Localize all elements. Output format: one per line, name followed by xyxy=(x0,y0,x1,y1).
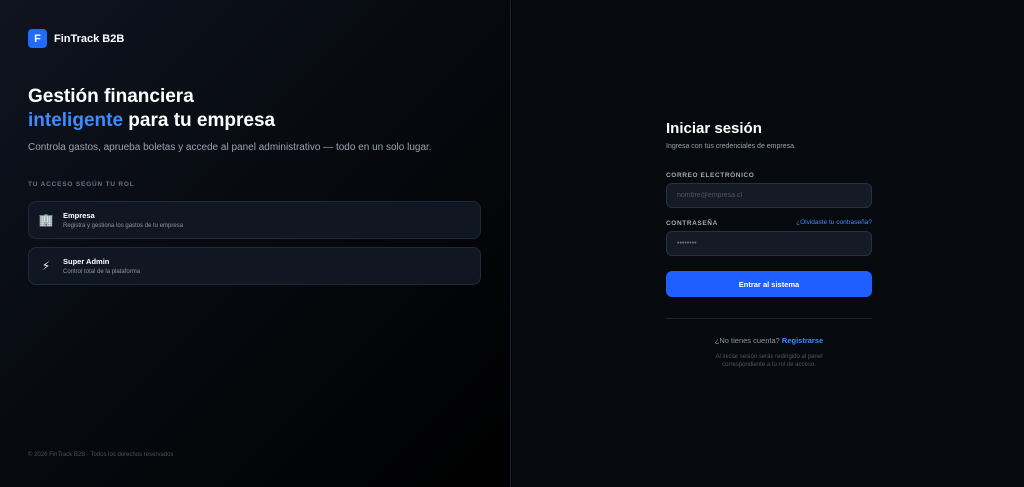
hero-title-line1: Gestión financiera xyxy=(28,86,194,107)
register-link[interactable]: Registrarse xyxy=(782,336,823,345)
lightning-icon: ⚡ xyxy=(41,259,51,273)
login-subtitle: Ingresa con tus credenciales de empresa. xyxy=(666,143,796,150)
register-prompt-text: ¿No tienes cuenta? xyxy=(714,336,780,345)
role-card-empresa: 🏢 Empresa Registra y gestiona los gastos… xyxy=(28,201,481,239)
footer-copyright: © 2026 FinTrack B2B · Todos los derechos… xyxy=(28,452,174,458)
password-label: CONTRASEÑA xyxy=(666,220,718,227)
hero-title: Gestión financiera inteligente para tu e… xyxy=(28,85,275,133)
role-desc: Control total de la plataforma xyxy=(63,269,141,275)
role-card-super-admin: ⚡ Super Admin Control total de la plataf… xyxy=(28,247,481,285)
hero-title-accent: inteligente xyxy=(28,110,124,131)
register-prompt: ¿No tienes cuenta? Registrarse xyxy=(666,336,872,345)
brand-logo-icon: F xyxy=(28,29,47,48)
hero-subtitle: Controla gastos, aprueba boletas y acced… xyxy=(28,142,432,153)
forgot-password-link[interactable]: ¿Olvidaste tu contraseña? xyxy=(796,219,872,226)
left-panel: F FinTrack B2B Gestión financiera inteli… xyxy=(0,0,511,487)
login-submit-button[interactable]: Entrar al sistema xyxy=(666,271,872,297)
login-title: Iniciar sesión xyxy=(666,120,762,137)
hero-title-rest: para tu empresa xyxy=(123,110,276,131)
redirect-note: Al iniciar sesión serás redirigido al pa… xyxy=(715,354,823,368)
roles-label: TU ACCESO SEGÚN TU ROL xyxy=(28,181,135,188)
role-desc: Registra y gestiona los gastos de tu emp… xyxy=(63,223,184,229)
login-form: Iniciar sesión Ingresa con tus credencia… xyxy=(666,120,872,368)
brand-name: FinTrack B2B xyxy=(54,32,125,45)
brand: F FinTrack B2B xyxy=(28,29,124,48)
email-field[interactable] xyxy=(666,183,872,208)
email-label: CORREO ELECTRÓNICO xyxy=(666,172,755,179)
role-title: Super Admin xyxy=(63,257,110,266)
divider xyxy=(666,318,872,319)
role-title: Empresa xyxy=(63,211,95,220)
building-icon: 🏢 xyxy=(38,213,54,227)
password-field[interactable] xyxy=(666,231,872,256)
